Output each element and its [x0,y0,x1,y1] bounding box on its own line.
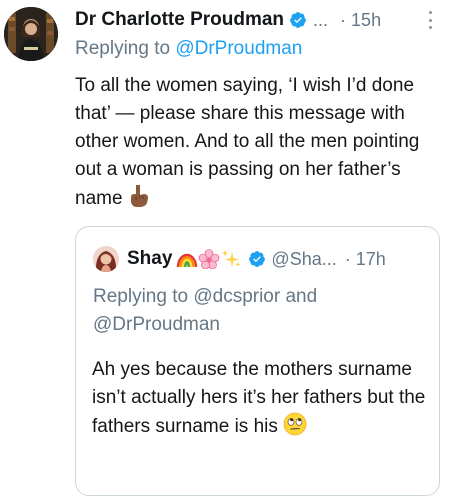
quoted-author-avatar[interactable] [93,246,119,272]
replying-to: Replying to @DrProudman [75,38,302,60]
author-avatar[interactable] [4,7,58,61]
author-name[interactable]: Dr Charlotte Proudman [75,9,284,31]
quoted-replying-to: Replying to @dcsprior and @DrProudman [93,286,318,335]
pointing-down-hand-icon [128,184,150,217]
more-options-icon[interactable] [421,11,439,29]
quoted-author-name[interactable]: Shay [127,248,172,270]
quoted-tweet-body: Ah yes because the mothers surname isn’t… [92,356,432,445]
replying-to-handle-link[interactable]: @DrProudman [175,38,302,59]
author-handle[interactable]: ... [313,10,328,31]
tweet-body: To all the women saying, ‘I wish I’d don… [75,72,435,217]
quoted-tweet-body-text: Ah yes because the mothers surname isn’t… [92,359,426,437]
tweet-header: Dr Charlotte Proudman ... · 15h [75,7,439,33]
cherry-blossom-icon [199,249,220,269]
tweet-body-text: To all the women saying, ‘I wish I’d don… [75,75,420,209]
tweet[interactable]: Dr Charlotte Proudman ... · 15h Replying… [0,0,449,496]
quoted-tweet-timestamp[interactable]: · 17h [345,249,386,270]
verified-badge-icon [249,251,266,267]
rolling-eyes-face-icon [283,412,307,445]
quoted-tweet-header: Shay @Sha... · 17h [93,245,427,273]
rainbow-icon [177,253,198,268]
sparkles-icon [222,250,241,267]
tweet-timestamp[interactable]: · 15h [340,10,381,31]
replying-to-prefix: Replying to [75,38,176,59]
name-emojis [176,249,242,269]
verified-badge-icon [290,12,306,28]
quoted-author-handle[interactable]: @Sha... [271,249,336,270]
